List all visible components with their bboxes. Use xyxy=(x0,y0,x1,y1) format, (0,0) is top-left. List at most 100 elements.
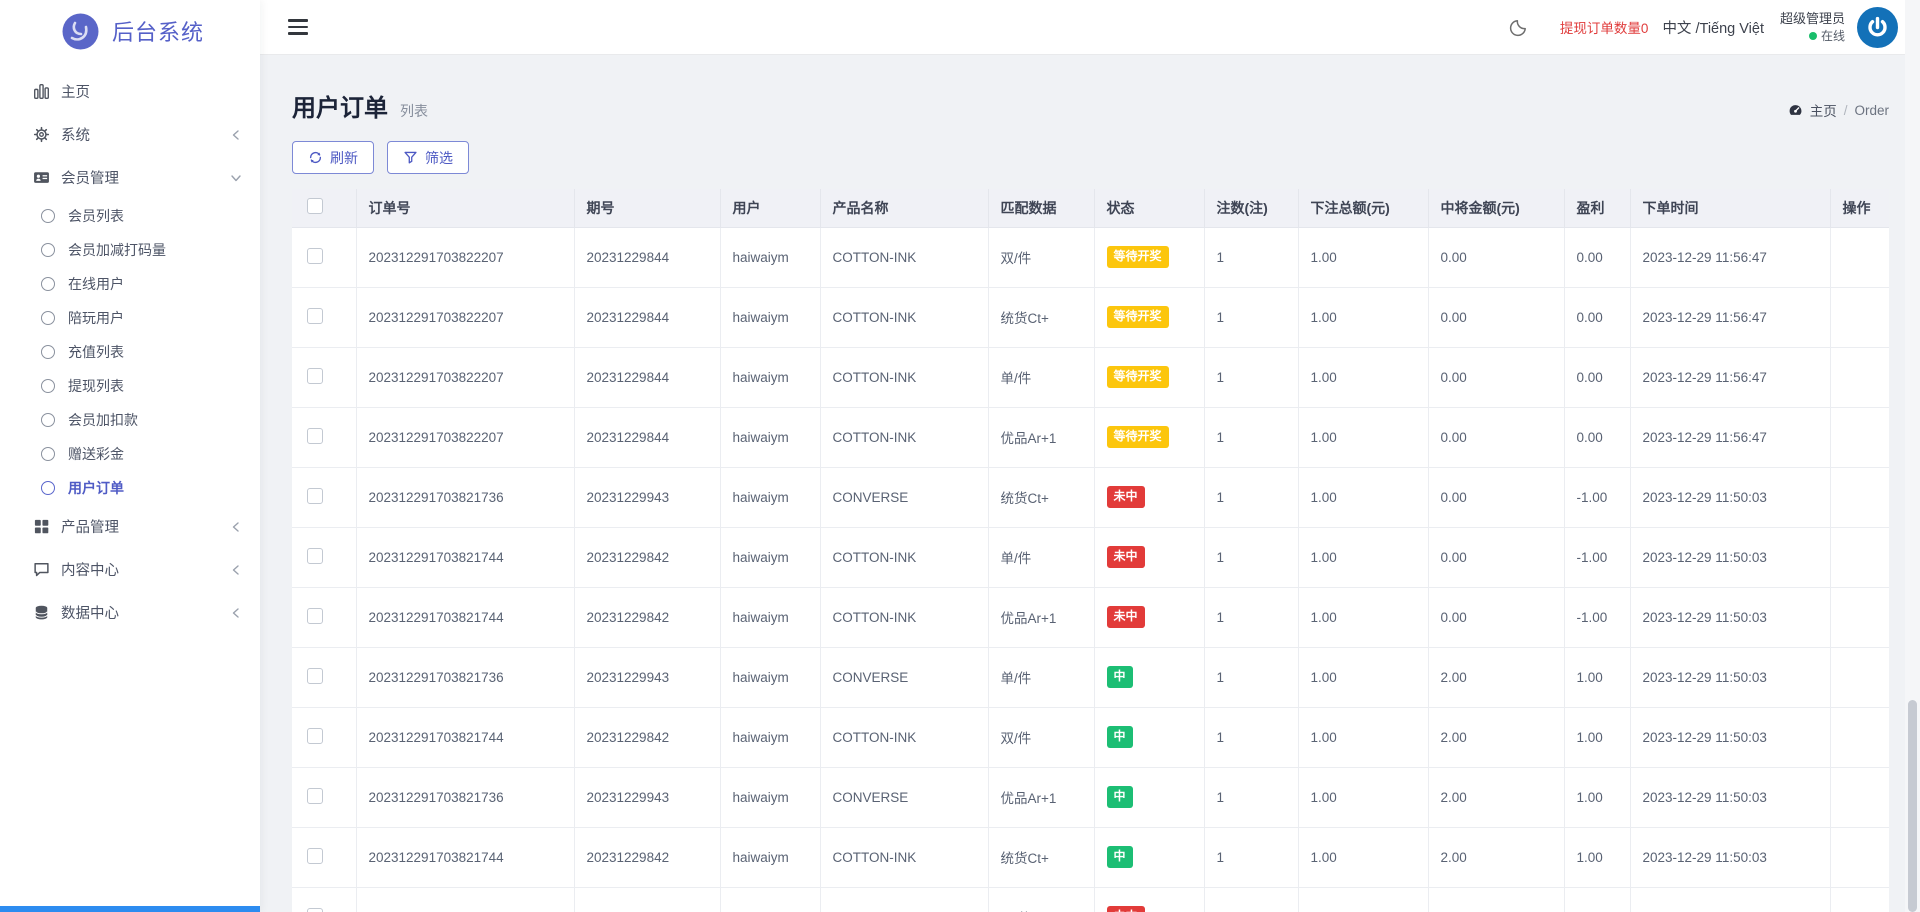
cell-actions xyxy=(1830,287,1889,348)
column-header-0: 订单号 xyxy=(356,189,575,228)
row-checkbox[interactable] xyxy=(307,847,323,864)
status-badge: 等待开奖 xyxy=(1106,426,1169,448)
dark-mode-toggle-moon-icon[interactable] xyxy=(1508,16,1530,38)
sidebar-item-label: 内容中心 xyxy=(61,563,119,579)
cell-user: haiwaiym xyxy=(720,647,821,708)
filter-button[interactable]: 筛选 xyxy=(387,141,469,174)
cell-total: 1.00 xyxy=(1298,527,1429,588)
cell-time: 2023-12-29 11:50:03 xyxy=(1630,827,1831,888)
withdraw-orders-notice[interactable]: 提现订单数量0 xyxy=(1560,17,1649,37)
scrollbar-thumb[interactable] xyxy=(1908,700,1917,912)
cell-product: COTTON-INK xyxy=(820,587,989,648)
sidebar-subitem-label: 会员加减打码量 xyxy=(68,242,166,258)
row-checkbox[interactable] xyxy=(307,907,323,912)
row-checkbox[interactable] xyxy=(307,667,323,684)
sidebar-item-4[interactable]: 内容中心 xyxy=(0,548,260,591)
cell-win: 0.00 xyxy=(1428,467,1565,528)
row-checkbox[interactable] xyxy=(307,427,323,444)
online-status-label: 在线 xyxy=(1820,28,1845,43)
row-checkbox[interactable] xyxy=(307,487,323,504)
status-badge: 中 xyxy=(1106,666,1133,688)
row-checkbox[interactable] xyxy=(307,607,323,624)
sidebar-subitem-2-8[interactable]: 用户订单 xyxy=(0,471,260,505)
sidebar-item-2[interactable]: 会员管理 xyxy=(0,156,260,199)
avatar[interactable] xyxy=(1857,6,1898,48)
chat-icon xyxy=(33,561,50,578)
cell-total: 1.00 xyxy=(1298,467,1429,528)
cell-status: 未中 xyxy=(1094,527,1205,588)
table-row: 202312291703821744 20231229842 haiwaiym COT… xyxy=(292,527,1889,588)
sidebar-subitem-2-0[interactable]: 会员列表 xyxy=(0,199,260,233)
sidebar-subitem-2-6[interactable]: 会员加扣款 xyxy=(0,403,260,437)
sidebar-subitem-2-4[interactable]: 充值列表 xyxy=(0,335,260,369)
sidebar-subitem-2-5[interactable]: 提现列表 xyxy=(0,369,260,403)
sidebar-bottom-accent-bar xyxy=(0,906,260,912)
row-checkbox[interactable] xyxy=(307,787,323,804)
cell-order: 202312291703821744 xyxy=(356,707,575,768)
online-status-dot xyxy=(1808,31,1817,40)
cell-actions xyxy=(1830,467,1889,528)
sidebar-subitem-2-2[interactable]: 在线用户 xyxy=(0,267,260,301)
cell-status: 等待开奖 xyxy=(1094,227,1205,288)
cell-match: 双/件 xyxy=(988,227,1095,288)
row-checkbox[interactable] xyxy=(307,307,323,324)
cell-user: haiwaiym xyxy=(720,347,821,408)
table-row: 202312291703821744 20231229842 haiwaiym COT… xyxy=(292,587,1889,648)
column-header-11: 操作 xyxy=(1830,189,1889,228)
page-title: 用户订单 xyxy=(292,95,388,122)
cell-match: 单/件 xyxy=(988,527,1095,588)
refresh-button[interactable]: 刷新 xyxy=(292,141,374,174)
language-switcher[interactable]: 中文 /Tiếng Việt xyxy=(1662,17,1764,38)
cell-actions xyxy=(1830,227,1889,288)
cell-product: COTTON-INK xyxy=(820,827,989,888)
cell-match: 单/件 xyxy=(988,647,1095,708)
cell-profit: -1.00 xyxy=(1564,887,1631,912)
column-header-7: 下注总额(元) xyxy=(1298,189,1429,228)
column-header-3: 产品名称 xyxy=(820,189,989,228)
cell-status: 等待开奖 xyxy=(1094,347,1205,408)
cell-win: 0.00 xyxy=(1428,227,1565,288)
status-badge: 等待开奖 xyxy=(1106,306,1169,328)
cell-bets: 1 xyxy=(1204,467,1299,528)
cell-product: COTTON-INK xyxy=(820,527,989,588)
sidebar-subitem-2-7[interactable]: 赠送彩金 xyxy=(0,437,260,471)
hamburger-menu-icon[interactable] xyxy=(288,19,308,35)
row-checkbox[interactable] xyxy=(307,247,323,264)
sidebar-item-3[interactable]: 产品管理 xyxy=(0,505,260,548)
orders-table-card: 订单号 期号 用户 产品名称 匹配数据 状态 注数(注) 下注总额(元) 中将金额(元) 盈利 下单… xyxy=(292,189,1889,912)
table-row: 202312291703821744 20231229842 haiwaiym COT… xyxy=(292,707,1889,768)
cell-bets: 1 xyxy=(1204,707,1299,768)
sidebar-item-0[interactable]: 主页 xyxy=(0,70,260,113)
sidebar-item-1[interactable]: 系统 xyxy=(0,113,260,156)
grid-icon xyxy=(33,518,50,535)
cell-win: 0.00 xyxy=(1428,347,1565,408)
cell-order: 202312291703821744 xyxy=(356,827,575,888)
sidebar-subitem-2-3[interactable]: 陪玩用户 xyxy=(0,301,260,335)
logo[interactable]: 后台系统 xyxy=(0,0,260,62)
sidebar-item-5[interactable]: 数据中心 xyxy=(0,591,260,634)
cell-actions xyxy=(1830,347,1889,408)
circle-bullet-icon xyxy=(41,379,55,393)
sidebar-subitem-2-1[interactable]: 会员加减打码量 xyxy=(0,233,260,267)
breadcrumb-home[interactable]: 主页 xyxy=(1810,100,1837,120)
row-checkbox[interactable] xyxy=(307,547,323,564)
row-checkbox[interactable] xyxy=(307,727,323,744)
chevron-left-icon xyxy=(230,607,242,619)
sidebar-subitem-label: 在线用户 xyxy=(68,276,124,292)
cell-period: 20231229842 xyxy=(574,527,721,588)
cell-user: haiwaiym xyxy=(720,407,821,468)
scrollbar-track[interactable] xyxy=(1905,0,1920,912)
cell-total: 1.00 xyxy=(1298,347,1429,408)
table-row: 20231229170382173620231229943haiwaiymCON… xyxy=(292,467,1889,528)
cell-actions xyxy=(1830,767,1889,828)
select-all-checkbox[interactable] xyxy=(307,198,323,215)
cell-match: 统货Ct+ xyxy=(988,827,1095,888)
cell-status: 未中 xyxy=(1094,467,1205,528)
cell-time: 2023-12-29 11:56:47 xyxy=(1630,227,1831,288)
row-checkbox[interactable] xyxy=(307,367,323,384)
cell-profit: 1.00 xyxy=(1564,647,1631,708)
table-row: 20231229170382173620231229943haiwaiymCON… xyxy=(292,647,1889,708)
cell-status: 中 xyxy=(1094,767,1205,828)
cell-bets: 1 xyxy=(1204,407,1299,468)
cell-user: haiwaiym xyxy=(720,227,821,288)
